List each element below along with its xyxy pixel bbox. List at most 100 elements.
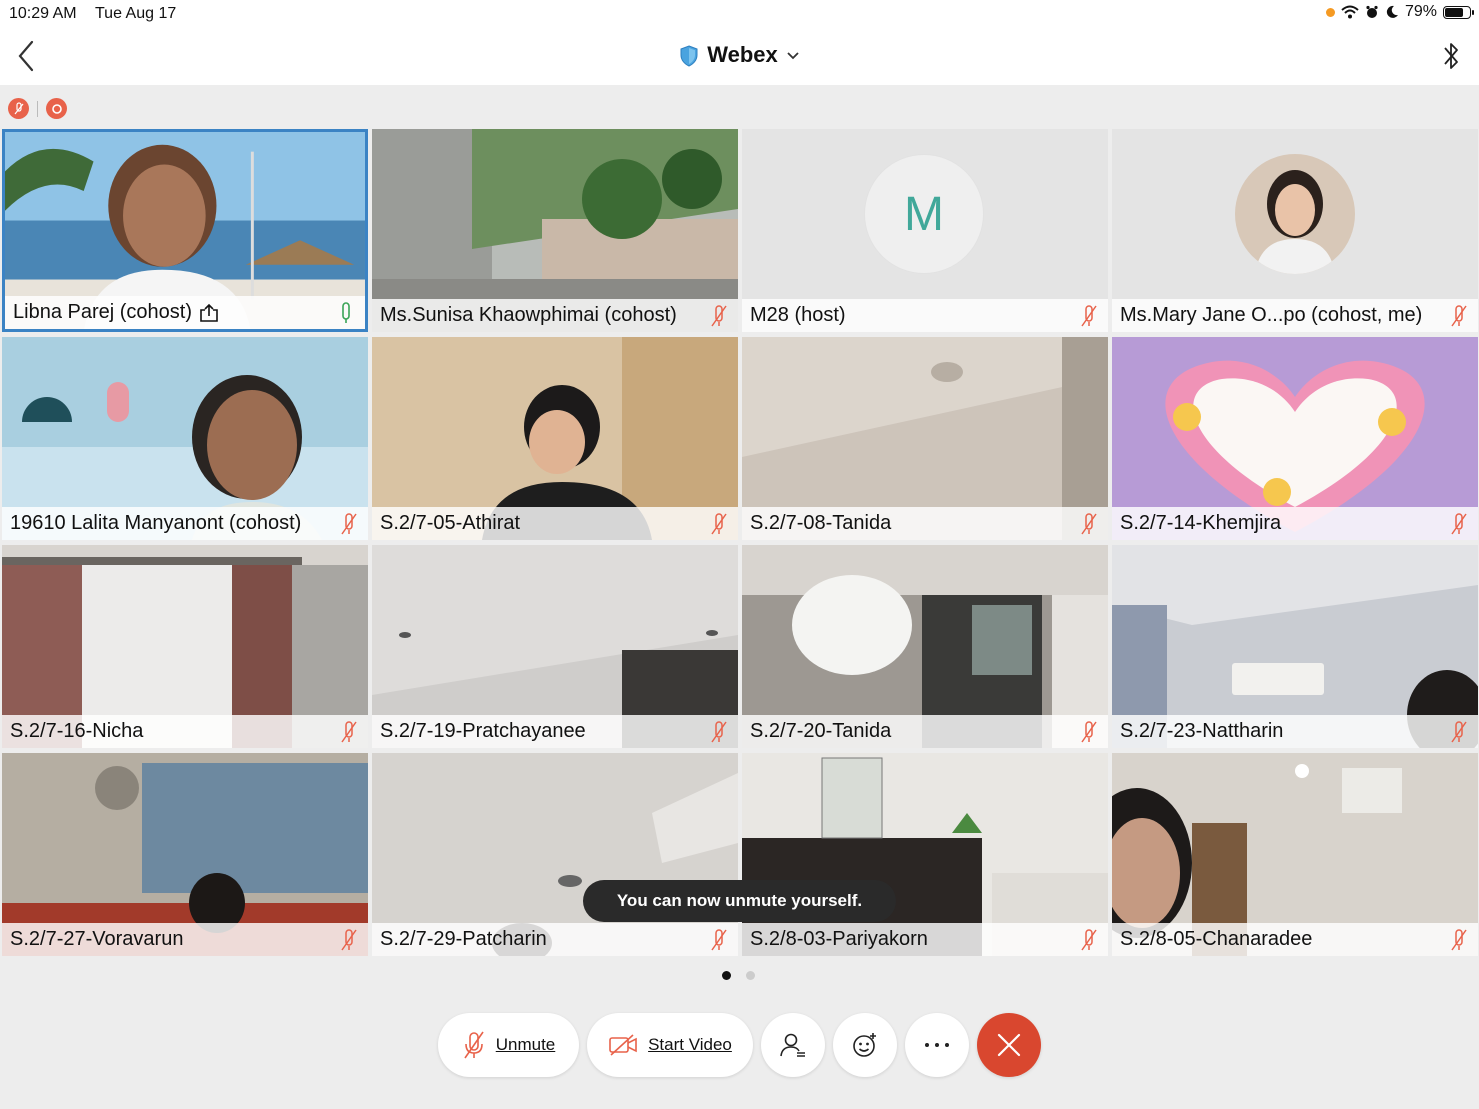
participant-name: S.2/7-08-Tanida	[750, 512, 892, 534]
participant-label: S.2/7-19-Pratchayanee	[372, 715, 738, 748]
participant-label: S.2/7-20-Tanida	[742, 715, 1108, 748]
participants-button[interactable]	[761, 1013, 825, 1077]
mic-muted-icon	[711, 720, 727, 742]
participant-tile[interactable]: S.2/7-19-Pratchayanee	[372, 545, 738, 748]
participant-tile[interactable]: S.2/7-27-Voravarun	[2, 753, 368, 956]
participant-tile[interactable]: 19610 Lalita Manyanont (cohost)	[2, 337, 368, 540]
participant-name: S.2/7-29-Patcharin	[380, 928, 547, 950]
participant-tile[interactable]: S.2/7-29-Patcharin	[372, 753, 738, 956]
page-indicator[interactable]	[722, 971, 755, 980]
participant-name: S.2/7-05-Athirat	[380, 512, 521, 534]
mic-muted-icon	[711, 928, 727, 950]
participant-label: M28 (host)	[742, 299, 1108, 332]
participant-tile[interactable]: S.2/7-23-Nattharin	[1112, 545, 1478, 748]
participant-tile[interactable]: S.2/7-05-Athirat	[372, 337, 738, 540]
participant-tile[interactable]: S.2/7-08-Tanida	[742, 337, 1108, 540]
more-icon	[925, 1043, 949, 1047]
mic-muted-icon	[464, 1031, 484, 1059]
participant-name: S.2/8-03-Pariyakorn	[750, 928, 928, 950]
reactions-button[interactable]	[833, 1013, 897, 1077]
participant-name: S.2/7-19-Pratchayanee	[380, 720, 586, 742]
wifi-icon	[1341, 5, 1359, 19]
avatar	[1235, 154, 1355, 274]
start-video-button[interactable]: Start Video	[587, 1013, 753, 1077]
mic-muted-icon	[711, 304, 727, 326]
shield-icon	[680, 45, 698, 67]
mic-muted-icon	[1451, 720, 1467, 742]
participant-tile[interactable]: S.2/8-03-Pariyakorn	[742, 753, 1108, 956]
status-time: 10:29 AM	[9, 5, 77, 22]
mic-muted-icon	[1081, 304, 1097, 326]
participant-label: S.2/7-16-Nicha	[2, 715, 368, 748]
participants-icon	[780, 1033, 805, 1057]
page-dot-2[interactable]	[746, 971, 755, 980]
mic-muted-icon	[1451, 928, 1467, 950]
indicator-divider	[37, 100, 38, 117]
participant-label: S.2/7-23-Nattharin	[1112, 715, 1478, 748]
status-bar: 10:29 AM Tue Aug 17 79%	[0, 0, 1479, 28]
mic-muted-icon	[1451, 512, 1467, 534]
share-icon	[200, 303, 218, 322]
participant-tile[interactable]: S.2/7-16-Nicha	[2, 545, 368, 748]
page-dot-1[interactable]	[722, 971, 731, 980]
more-options-button[interactable]	[905, 1013, 969, 1077]
participant-label: S.2/8-03-Pariyakorn	[742, 923, 1108, 956]
participant-label: S.2/7-27-Voravarun	[2, 923, 368, 956]
battery-percent: 79%	[1404, 3, 1437, 20]
participant-tile[interactable]: Ms.Sunisa Khaowphimai (cohost)	[372, 129, 738, 332]
participant-name: S.2/7-23-Nattharin	[1120, 720, 1284, 742]
participant-name: S.2/7-27-Voravarun	[10, 928, 184, 950]
moon-icon	[1386, 5, 1398, 18]
participant-name: Libna Parej (cohost)	[13, 301, 192, 323]
meeting-controls: Unmute Start Video	[0, 1013, 1479, 1077]
participant-label: 19610 Lalita Manyanont (cohost)	[2, 507, 368, 540]
meeting-indicators	[8, 98, 67, 119]
mic-muted-icon	[341, 512, 357, 534]
mic-icon	[342, 301, 350, 323]
mic-in-use-indicator-icon	[1325, 7, 1335, 17]
participant-name: M28 (host)	[750, 304, 846, 326]
bluetooth-icon[interactable]	[1439, 38, 1463, 74]
avatar: M	[864, 154, 984, 274]
muted-indicator-icon	[8, 98, 29, 119]
participant-label: Ms.Sunisa Khaowphimai (cohost)	[372, 299, 738, 332]
participant-label: Libna Parej (cohost)	[5, 296, 365, 329]
meeting-title-dropdown[interactable]: Webex	[0, 42, 1479, 68]
participant-name: 19610 Lalita Manyanont (cohost)	[10, 512, 302, 534]
participant-name: S.2/7-16-Nicha	[10, 720, 144, 742]
participant-tile[interactable]: Ms.Mary Jane O...po (cohost, me)	[1112, 129, 1478, 332]
participant-label: S.2/7-29-Patcharin	[372, 923, 738, 956]
unmute-button[interactable]: Unmute	[438, 1013, 579, 1077]
unmute-toast: You can now unmute yourself.	[583, 880, 896, 922]
participant-tile[interactable]: S.2/7-20-Tanida	[742, 545, 1108, 748]
mic-muted-icon	[711, 512, 727, 534]
participant-tile[interactable]: M M28 (host)	[742, 129, 1108, 332]
participant-name: Ms.Mary Jane O...po (cohost, me)	[1120, 304, 1423, 326]
status-icons: 79%	[1325, 3, 1474, 21]
participant-tile[interactable]: S.2/7-14-Khemjira	[1112, 337, 1478, 540]
close-icon	[997, 1033, 1021, 1057]
participant-tile[interactable]: Libna Parej (cohost)	[2, 129, 368, 332]
mic-muted-icon	[1081, 720, 1097, 742]
participant-name: Ms.Sunisa Khaowphimai (cohost)	[380, 304, 677, 326]
nav-bar: Webex	[0, 28, 1479, 85]
alarm-icon	[1366, 5, 1378, 18]
participant-name: S.2/7-14-Khemjira	[1120, 512, 1282, 534]
participant-name: S.2/7-20-Tanida	[750, 720, 892, 742]
participant-label: S.2/7-05-Athirat	[372, 507, 738, 540]
chevron-down-icon	[787, 52, 799, 60]
participant-tile[interactable]: S.2/8-05-Chanaradee	[1112, 753, 1478, 956]
status-date: Tue Aug 17	[95, 5, 177, 22]
unmute-label: Unmute	[495, 1035, 556, 1054]
app-title: Webex	[707, 42, 778, 67]
mic-muted-icon	[1081, 928, 1097, 950]
participant-label: S.2/7-08-Tanida	[742, 507, 1108, 540]
video-off-icon	[609, 1034, 637, 1056]
leave-meeting-button[interactable]	[977, 1013, 1041, 1077]
reactions-icon	[853, 1033, 876, 1057]
battery-icon	[1443, 5, 1474, 19]
participant-name: S.2/8-05-Chanaradee	[1120, 928, 1313, 950]
start-video-label: Start Video	[648, 1035, 732, 1054]
mic-muted-icon	[1451, 304, 1467, 326]
mic-muted-icon	[341, 928, 357, 950]
